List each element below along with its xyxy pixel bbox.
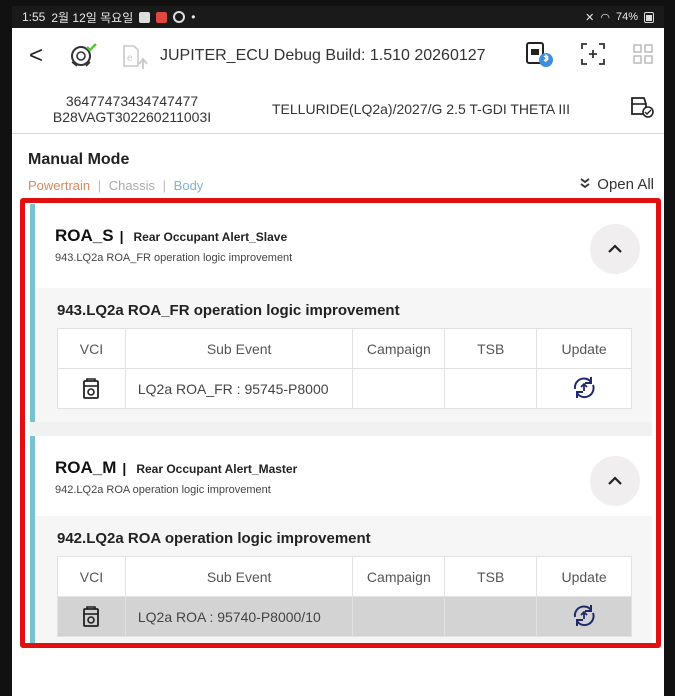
filter-body[interactable]: Body	[174, 178, 204, 193]
mute-icon: ✕	[585, 11, 595, 24]
screen-capture-icon[interactable]	[580, 42, 606, 71]
open-all-button[interactable]: Open All	[579, 176, 654, 193]
bluetooth-vci-icon[interactable]	[524, 40, 554, 73]
record-icon	[173, 11, 186, 23]
dot-icon: •	[191, 10, 196, 24]
vin-line-2: B28VAGT302260211003I	[52, 108, 212, 125]
app-bar: < e JUPITER_ECU Debug Build: 1.510 20260…	[12, 28, 664, 84]
vehicle-model: TELLURIDE(LQ2a)/2027/G 2.5 T-GDI THETA I…	[272, 100, 570, 117]
filter-chassis[interactable]: Chassis	[109, 178, 155, 193]
back-button[interactable]: <	[22, 44, 50, 68]
svg-text:e: e	[127, 53, 133, 64]
notification-icon	[156, 11, 168, 23]
highlight-box	[20, 198, 661, 648]
filter-separator: |	[97, 178, 102, 193]
filter-separator: |	[162, 178, 167, 193]
status-date: 2월 12일 목요일	[51, 10, 134, 25]
grid-menu-icon[interactable]	[632, 43, 654, 70]
wifi-icon: ◠	[600, 11, 610, 24]
vehicle-info-row: 36477473434747477 B28VAGT302260211003I T…	[12, 84, 664, 134]
battery-icon	[644, 11, 654, 23]
double-chevron-down-icon	[579, 177, 591, 192]
ecu-upload-icon[interactable]: e	[116, 41, 150, 71]
status-bar: 1:55 2월 12일 목요일 • ✕ ◠ 74%	[12, 6, 664, 28]
vin-block: 36477473434747477 B28VAGT302260211003I	[12, 93, 252, 125]
gallery-icon	[139, 11, 151, 23]
open-all-label: Open All	[597, 176, 654, 193]
app-title: JUPITER_ECU Debug Build: 1.510 20260127	[160, 47, 486, 64]
vin-line-1: 36477473434747477	[65, 92, 199, 109]
filter-powertrain[interactable]: Powertrain	[28, 178, 90, 193]
vehicle-settings-icon[interactable]	[628, 94, 654, 123]
system-filter: Powertrain | Chassis | Body	[28, 178, 203, 193]
status-time: 1:55	[22, 10, 46, 24]
manual-mode-title: Manual Mode	[28, 151, 130, 168]
device-frame: 1:55 2월 12일 목요일 • ✕ ◠ 74% < e JUPITER_EC…	[0, 0, 675, 696]
screen: 1:55 2월 12일 목요일 • ✕ ◠ 74% < e JUPITER_EC…	[12, 6, 664, 696]
battery-percent: 74%	[615, 11, 638, 23]
ecu-check-icon[interactable]	[66, 41, 100, 71]
